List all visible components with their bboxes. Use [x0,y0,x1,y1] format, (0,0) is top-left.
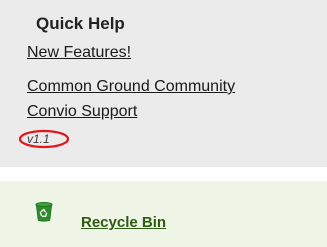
quick-help-panel: Quick Help New Features! Common Ground C… [0,0,327,167]
recycle-bin-panel: Recycle Bin [0,181,327,247]
quick-help-title: Quick Help [36,14,125,33]
convio-support-link[interactable]: Convio Support [27,102,137,122]
version-label: v1.1 [18,129,70,149]
common-ground-community-link[interactable]: Common Ground Community [27,77,235,97]
new-features-link[interactable]: New Features! [27,43,131,63]
version-text: v1.1 [27,132,50,146]
recycle-bin-link[interactable]: Recycle Bin [81,214,166,232]
recycle-bin-icon [35,202,53,222]
